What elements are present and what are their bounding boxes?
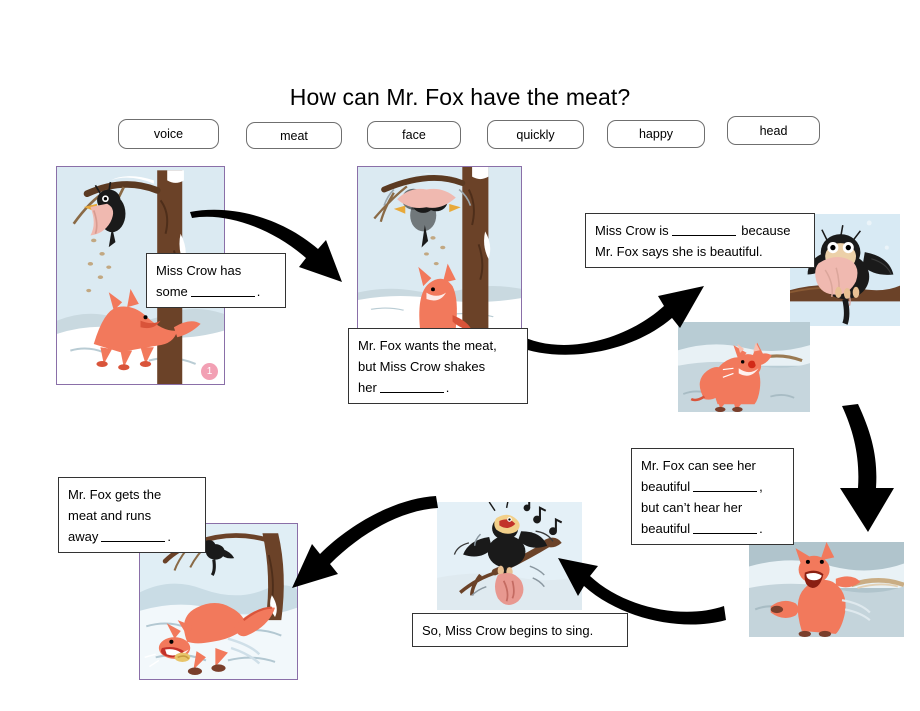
- worksheet-page: How can Mr. Fox have the meat? voice meat…: [0, 0, 920, 711]
- caption-text-after-blank: .: [759, 521, 763, 536]
- caption-line: meat and runs: [68, 505, 196, 526]
- fill-in-blank[interactable]: [101, 528, 166, 542]
- caption-line: some.: [156, 281, 276, 302]
- caption-miss-crow-is-happy: Miss Crow is because Mr. Fox says she is …: [585, 213, 815, 268]
- arrow-panel3-to-panel5: [820, 404, 920, 539]
- caption-text-after-blank: .: [167, 529, 171, 544]
- word-bank-item-label: meat: [280, 128, 308, 143]
- caption-line: Miss Crow is because: [595, 220, 805, 241]
- word-bank-item-label: face: [402, 128, 426, 142]
- word-bank-item-head[interactable]: head: [727, 116, 820, 145]
- caption-text: meat and runs: [68, 508, 152, 523]
- fill-in-blank[interactable]: [693, 478, 758, 492]
- caption-text-after-blank: ,: [759, 479, 763, 494]
- caption-fox-wants-meat: Mr. Fox wants the meat, but Miss Crow sha…: [348, 328, 528, 404]
- caption-line: Miss Crow has: [156, 260, 276, 281]
- caption-line: beautiful.: [641, 518, 784, 539]
- caption-line: her.: [358, 377, 518, 398]
- caption-text-after-blank: because: [737, 223, 791, 238]
- panel-crow-shakes-head: [357, 166, 522, 329]
- caption-line: beautiful,: [641, 476, 784, 497]
- caption-text: beautiful: [641, 479, 691, 494]
- caption-text: So, Miss Crow begins to sing.: [422, 623, 594, 638]
- word-bank-item-label: happy: [638, 127, 674, 141]
- caption-text: Mr. Fox can see her: [641, 458, 756, 473]
- caption-text: but can’t hear her: [641, 500, 743, 515]
- caption-text: some: [156, 284, 188, 299]
- caption-text-after-blank: .: [445, 380, 450, 395]
- caption-text: Mr. Fox wants the meat,: [358, 338, 497, 353]
- caption-line: Mr. Fox can see her: [641, 455, 784, 476]
- caption-crow-begins-to-sing: So, Miss Crow begins to sing.: [412, 613, 628, 647]
- word-bank-item-happy[interactable]: happy: [607, 120, 705, 148]
- caption-line: So, Miss Crow begins to sing.: [422, 620, 618, 641]
- word-bank-item-label: head: [759, 123, 788, 138]
- caption-fox-can-see-her-beautiful: Mr. Fox can see her beautiful, but can’t h…: [631, 448, 794, 545]
- word-bank-item-voice[interactable]: voice: [118, 119, 219, 149]
- arrow-singing-to-final: [290, 492, 442, 597]
- caption-line: but can’t hear her: [641, 497, 784, 518]
- arrow-panel2-to-panel3: [512, 272, 712, 362]
- word-bank-item-label: voice: [153, 127, 184, 141]
- caption-line: but Miss Crow shakes: [358, 356, 518, 377]
- fill-in-blank[interactable]: [671, 222, 736, 236]
- caption-text: her: [358, 380, 377, 395]
- word-bank-item-face[interactable]: face: [367, 121, 461, 149]
- fill-in-blank[interactable]: [379, 379, 444, 393]
- word-bank-item-label: quickly: [516, 127, 555, 142]
- caption-line: away.: [68, 526, 196, 547]
- caption-text: beautiful: [641, 521, 691, 536]
- caption-text: Mr. Fox gets the: [68, 487, 162, 502]
- caption-text: but Miss Crow shakes: [358, 359, 486, 374]
- panel-fox-talking-to-crow: [749, 542, 904, 637]
- word-bank-item-meat[interactable]: meat: [246, 122, 342, 149]
- caption-line: Mr. Fox says she is beautiful.: [595, 241, 805, 262]
- caption-line: Mr. Fox wants the meat,: [358, 335, 518, 356]
- word-bank-item-quickly[interactable]: quickly: [487, 120, 584, 149]
- caption-text: Mr. Fox says she is beautiful.: [595, 244, 763, 259]
- caption-text-after-blank: .: [256, 284, 261, 299]
- page-number-badge: 1: [201, 363, 218, 380]
- caption-fox-gets-meat-runs-away: Mr. Fox gets the meat and runs away.: [58, 477, 206, 553]
- page-title: How can Mr. Fox have the meat?: [289, 84, 631, 110]
- fill-in-blank[interactable]: [693, 520, 758, 534]
- caption-line: Mr. Fox gets the: [68, 484, 196, 505]
- caption-miss-crow-has-some: Miss Crow has some.: [146, 253, 286, 308]
- caption-text: Miss Crow has: [156, 263, 242, 278]
- caption-text: Miss Crow is: [595, 223, 669, 238]
- fill-in-blank[interactable]: [190, 283, 255, 297]
- caption-text: away: [68, 529, 99, 544]
